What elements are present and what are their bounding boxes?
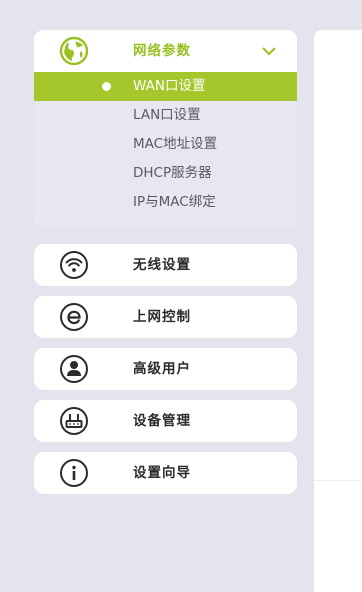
menu-access-control-header[interactable]: 上网控制 [34, 296, 297, 338]
info-icon [59, 458, 89, 488]
menu-advanced-users[interactable]: 高级用户 [34, 348, 297, 390]
content-divider [314, 480, 362, 481]
chevron-down-icon[interactable] [261, 44, 277, 58]
internet-explorer-icon [59, 302, 89, 332]
menu-network: 网络参数 WAN口设置 LAN口设置 MAC地址设置 DHCP服务器 IP与MA… [34, 30, 297, 227]
menu-device-management[interactable]: 设备管理 [34, 400, 297, 442]
menu-device-management-label: 设备管理 [133, 413, 191, 429]
menu-device-management-header[interactable]: 设备管理 [34, 400, 297, 442]
menu-setup-wizard-header[interactable]: 设置向导 [34, 452, 297, 494]
menu-wireless[interactable]: 无线设置 [34, 244, 297, 286]
menu-advanced-users-label: 高级用户 [133, 361, 191, 377]
router-icon [59, 406, 89, 436]
menu-wireless-label: 无线设置 [133, 257, 191, 273]
menu-advanced-users-header[interactable]: 高级用户 [34, 348, 297, 390]
menu-wireless-header[interactable]: 无线设置 [34, 244, 297, 286]
menu-network-label: 网络参数 [133, 43, 191, 59]
menu-setup-wizard-label: 设置向导 [133, 465, 191, 481]
submenu-item-label: LAN口设置 [133, 107, 201, 123]
selected-dot-icon [102, 82, 111, 91]
submenu-item-wan[interactable]: WAN口设置 [34, 72, 297, 101]
wifi-icon [59, 250, 89, 280]
menu-network-header[interactable]: 网络参数 [34, 30, 297, 72]
submenu-item-label: MAC地址设置 [133, 136, 218, 152]
submenu-item-dhcp[interactable]: DHCP服务器 [34, 159, 297, 188]
user-icon [59, 354, 89, 384]
submenu-item-label: IP与MAC绑定 [133, 194, 216, 210]
network-submenu: WAN口设置 LAN口设置 MAC地址设置 DHCP服务器 IP与MAC绑定 [34, 72, 297, 227]
menu-access-control[interactable]: 上网控制 [34, 296, 297, 338]
submenu-item-label: WAN口设置 [133, 78, 206, 94]
submenu-item-lan[interactable]: LAN口设置 [34, 101, 297, 130]
menu-setup-wizard[interactable]: 设置向导 [34, 452, 297, 494]
content-panel [314, 30, 362, 592]
submenu-item-mac[interactable]: MAC地址设置 [34, 130, 297, 159]
submenu-item-label: DHCP服务器 [133, 165, 212, 181]
globe-icon [59, 36, 89, 66]
submenu-item-ip-mac-binding[interactable]: IP与MAC绑定 [34, 188, 297, 217]
menu-access-control-label: 上网控制 [133, 309, 191, 325]
